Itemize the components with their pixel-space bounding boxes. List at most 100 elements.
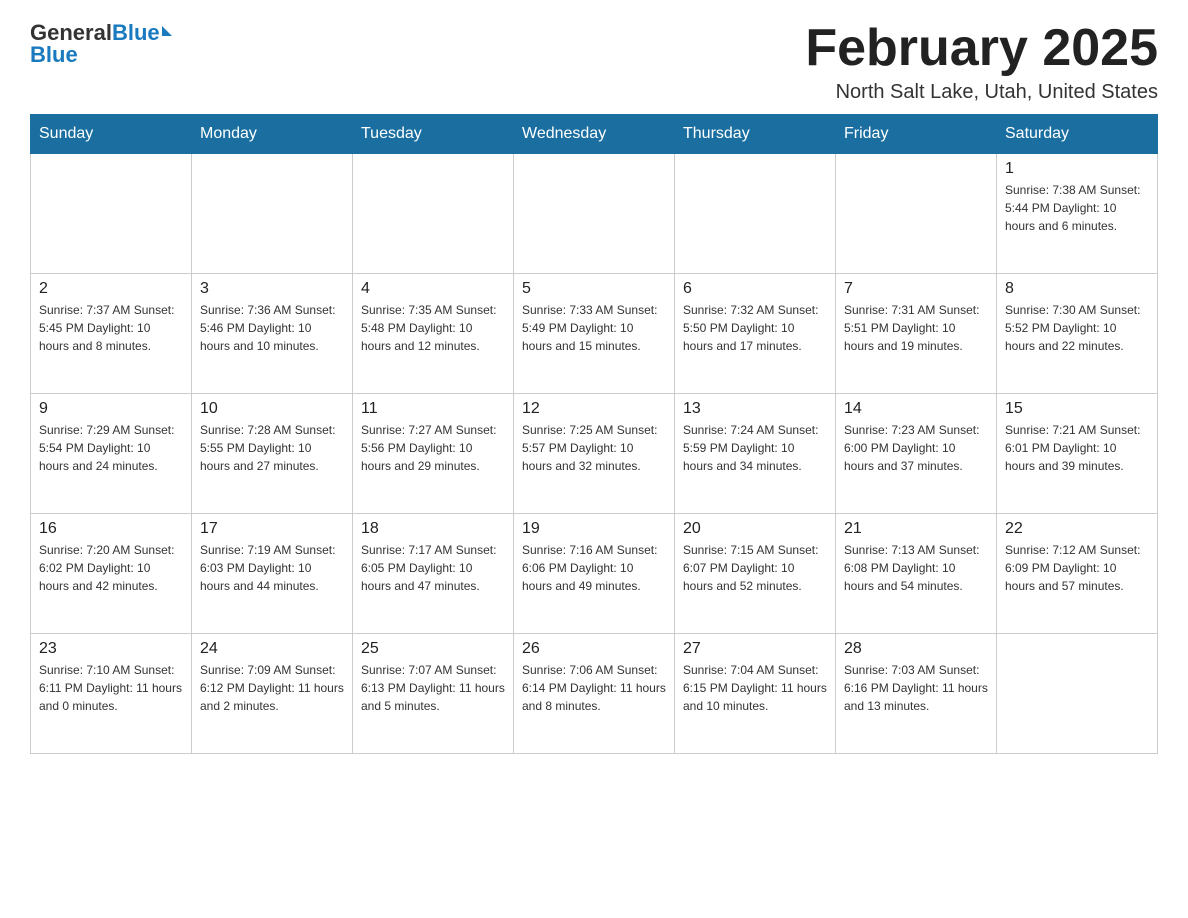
- day-number: 20: [683, 520, 827, 538]
- logo: GeneralBlue Blue: [30, 20, 172, 68]
- table-row: 17Sunrise: 7:19 AM Sunset: 6:03 PM Dayli…: [192, 514, 353, 634]
- day-number: 9: [39, 400, 183, 418]
- table-row: 6 Sunrise: 7:32 AM Sunset: 5:50 PM Daylig…: [675, 274, 836, 394]
- calendar-week-row: 23 Sunrise: 7:10 AM Sunset: 6:11 PM Dayli…: [31, 634, 1158, 754]
- table-row: 18 Sunrise: 7:17 AM Sunset: 6:05 PM Dayli…: [353, 514, 514, 634]
- col-wednesday: Wednesday: [514, 115, 675, 154]
- day-number: 16: [39, 520, 183, 538]
- day-number: 11: [361, 400, 505, 418]
- table-row: 12 Sunrise: 7:25 AM Sunset: 5:57 PM Dayli…: [514, 394, 675, 514]
- calendar-week-row: 16 Sunrise: 7:20 AM Sunset: 6:02 PM Dayli…: [31, 514, 1158, 634]
- day-number: 13: [683, 400, 827, 418]
- table-row: [353, 154, 514, 274]
- day-info: Sunrise: 7:30 AM Sunset: 5:52 PM Dayligh…: [1005, 301, 1149, 355]
- table-row: 14 Sunrise: 7:23 AM Sunset: 6:00 PM Dayli…: [836, 394, 997, 514]
- day-info: Sunrise: 7:33 AM Sunset: 5:49 PM Dayligh…: [522, 301, 666, 355]
- table-row: 3 Sunrise: 7:36 AM Sunset: 5:46 PM Daylig…: [192, 274, 353, 394]
- calendar-table: Sunday Monday Tuesday Wednesday Thursday…: [30, 114, 1158, 754]
- table-row: 28 Sunrise: 7:03 AM Sunset: 6:16 PM Dayli…: [836, 634, 997, 754]
- day-number: 12: [522, 400, 666, 418]
- day-info: Sunrise: 7:25 AM Sunset: 5:57 PM Dayligh…: [522, 421, 666, 475]
- day-info: Sunrise: 7:17 AM Sunset: 6:05 PM Dayligh…: [361, 541, 505, 595]
- day-number: 1: [1005, 160, 1149, 178]
- day-info: Sunrise: 7:36 AM Sunset: 5:46 PM Dayligh…: [200, 301, 344, 355]
- day-info: Sunrise: 7:03 AM Sunset: 6:16 PM Dayligh…: [844, 661, 988, 715]
- calendar-header-row: Sunday Monday Tuesday Wednesday Thursday…: [31, 115, 1158, 154]
- table-row: [836, 154, 997, 274]
- day-number: 14: [844, 400, 988, 418]
- day-info: Sunrise: 7:19 AM Sunset: 6:03 PM Dayligh…: [200, 541, 344, 595]
- col-tuesday: Tuesday: [353, 115, 514, 154]
- day-number: 8: [1005, 280, 1149, 298]
- table-row: [997, 634, 1158, 754]
- table-row: 10Sunrise: 7:28 AM Sunset: 5:55 PM Dayli…: [192, 394, 353, 514]
- col-sunday: Sunday: [31, 115, 192, 154]
- day-number: 6: [683, 280, 827, 298]
- day-info: Sunrise: 7:31 AM Sunset: 5:51 PM Dayligh…: [844, 301, 988, 355]
- logo-blue: Blue: [112, 20, 160, 46]
- day-number: 7: [844, 280, 988, 298]
- calendar-week-row: 1 Sunrise: 7:38 AM Sunset: 5:44 PM Daylig…: [31, 154, 1158, 274]
- day-info: Sunrise: 7:23 AM Sunset: 6:00 PM Dayligh…: [844, 421, 988, 475]
- day-number: 27: [683, 640, 827, 658]
- table-row: [192, 154, 353, 274]
- day-number: 10: [200, 400, 344, 418]
- day-info: Sunrise: 7:09 AM Sunset: 6:12 PM Dayligh…: [200, 661, 344, 715]
- day-info: Sunrise: 7:06 AM Sunset: 6:14 PM Dayligh…: [522, 661, 666, 715]
- location-subtitle: North Salt Lake, Utah, United States: [805, 81, 1158, 104]
- table-row: 9 Sunrise: 7:29 AM Sunset: 5:54 PM Daylig…: [31, 394, 192, 514]
- page-title: February 2025: [805, 20, 1158, 77]
- day-number: 4: [361, 280, 505, 298]
- col-monday: Monday: [192, 115, 353, 154]
- day-info: Sunrise: 7:15 AM Sunset: 6:07 PM Dayligh…: [683, 541, 827, 595]
- table-row: 26 Sunrise: 7:06 AM Sunset: 6:14 PM Dayli…: [514, 634, 675, 754]
- day-info: Sunrise: 7:24 AM Sunset: 5:59 PM Dayligh…: [683, 421, 827, 475]
- day-number: 28: [844, 640, 988, 658]
- day-number: 15: [1005, 400, 1149, 418]
- day-number: 23: [39, 640, 183, 658]
- table-row: 13 Sunrise: 7:24 AM Sunset: 5:59 PM Dayli…: [675, 394, 836, 514]
- table-row: 24Sunrise: 7:09 AM Sunset: 6:12 PM Dayli…: [192, 634, 353, 754]
- day-number: 19: [522, 520, 666, 538]
- day-number: 18: [361, 520, 505, 538]
- day-number: 25: [361, 640, 505, 658]
- col-saturday: Saturday: [997, 115, 1158, 154]
- page-header: GeneralBlue Blue February 2025 North Sal…: [30, 20, 1158, 104]
- table-row: 5 Sunrise: 7:33 AM Sunset: 5:49 PM Daylig…: [514, 274, 675, 394]
- table-row: 27 Sunrise: 7:04 AM Sunset: 6:15 PM Dayli…: [675, 634, 836, 754]
- day-number: 21: [844, 520, 988, 538]
- day-info: Sunrise: 7:13 AM Sunset: 6:08 PM Dayligh…: [844, 541, 988, 595]
- table-row: 23 Sunrise: 7:10 AM Sunset: 6:11 PM Dayli…: [31, 634, 192, 754]
- day-info: Sunrise: 7:04 AM Sunset: 6:15 PM Dayligh…: [683, 661, 827, 715]
- table-row: [514, 154, 675, 274]
- day-info: Sunrise: 7:32 AM Sunset: 5:50 PM Dayligh…: [683, 301, 827, 355]
- day-info: Sunrise: 7:20 AM Sunset: 6:02 PM Dayligh…: [39, 541, 183, 595]
- table-row: 7 Sunrise: 7:31 AM Sunset: 5:51 PM Daylig…: [836, 274, 997, 394]
- table-row: 15 Sunrise: 7:21 AM Sunset: 6:01 PM Dayli…: [997, 394, 1158, 514]
- col-friday: Friday: [836, 115, 997, 154]
- day-number: 26: [522, 640, 666, 658]
- title-section: February 2025 North Salt Lake, Utah, Uni…: [805, 20, 1158, 104]
- day-info: Sunrise: 7:38 AM Sunset: 5:44 PM Dayligh…: [1005, 181, 1149, 235]
- col-thursday: Thursday: [675, 115, 836, 154]
- day-info: Sunrise: 7:29 AM Sunset: 5:54 PM Dayligh…: [39, 421, 183, 475]
- day-info: Sunrise: 7:07 AM Sunset: 6:13 PM Dayligh…: [361, 661, 505, 715]
- calendar-week-row: 2Sunrise: 7:37 AM Sunset: 5:45 PM Daylig…: [31, 274, 1158, 394]
- table-row: 2Sunrise: 7:37 AM Sunset: 5:45 PM Daylig…: [31, 274, 192, 394]
- calendar-week-row: 9 Sunrise: 7:29 AM Sunset: 5:54 PM Daylig…: [31, 394, 1158, 514]
- day-number: 22: [1005, 520, 1149, 538]
- logo-subtitle: Blue: [30, 42, 78, 68]
- day-number: 2: [39, 280, 183, 298]
- table-row: 21 Sunrise: 7:13 AM Sunset: 6:08 PM Dayli…: [836, 514, 997, 634]
- logo-arrow-icon: [162, 26, 172, 36]
- day-number: 3: [200, 280, 344, 298]
- table-row: 16 Sunrise: 7:20 AM Sunset: 6:02 PM Dayli…: [31, 514, 192, 634]
- day-info: Sunrise: 7:10 AM Sunset: 6:11 PM Dayligh…: [39, 661, 183, 715]
- table-row: 8 Sunrise: 7:30 AM Sunset: 5:52 PM Daylig…: [997, 274, 1158, 394]
- table-row: [675, 154, 836, 274]
- day-number: 5: [522, 280, 666, 298]
- day-info: Sunrise: 7:12 AM Sunset: 6:09 PM Dayligh…: [1005, 541, 1149, 595]
- day-info: Sunrise: 7:35 AM Sunset: 5:48 PM Dayligh…: [361, 301, 505, 355]
- day-info: Sunrise: 7:27 AM Sunset: 5:56 PM Dayligh…: [361, 421, 505, 475]
- day-info: Sunrise: 7:21 AM Sunset: 6:01 PM Dayligh…: [1005, 421, 1149, 475]
